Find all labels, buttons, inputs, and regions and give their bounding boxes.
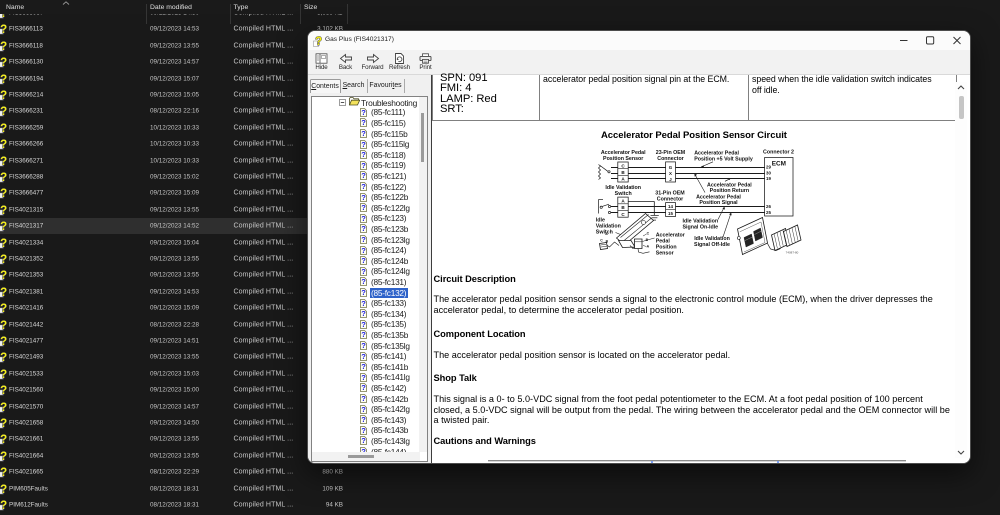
svg-text:Sensor: Sensor [655, 251, 673, 257]
svg-text:?: ? [361, 193, 366, 202]
svg-text:Connector: Connector [656, 197, 683, 203]
svg-text:Switch: Switch [614, 191, 631, 197]
svg-text:74087-80: 74087-80 [785, 251, 798, 255]
svg-text:?: ? [0, 352, 7, 363]
svg-text:?: ? [0, 484, 7, 495]
svg-text:?: ? [361, 415, 366, 424]
svg-text:30: 30 [766, 171, 771, 176]
svg-text:?: ? [0, 156, 7, 167]
svg-text:?: ? [361, 256, 366, 265]
svg-text:?: ? [361, 203, 366, 212]
svg-text:?: ? [361, 320, 366, 329]
svg-text:Connector 2: Connector 2 [763, 150, 794, 156]
svg-text:?: ? [361, 309, 366, 318]
svg-text:?: ? [0, 205, 7, 216]
svg-text:?: ? [361, 267, 366, 276]
svg-text:?: ? [361, 373, 366, 382]
svg-text:?: ? [0, 123, 7, 134]
svg-text:Position +5 Volt Supply: Position +5 Volt Supply [694, 157, 753, 163]
svg-text:C: C [646, 232, 649, 236]
svg-text:?: ? [0, 188, 7, 199]
svg-text:?: ? [361, 171, 366, 180]
svg-text:B: B [605, 240, 608, 244]
svg-text:?: ? [361, 362, 366, 371]
svg-text:?: ? [361, 394, 366, 403]
svg-text:?: ? [0, 57, 7, 68]
svg-text:?: ? [0, 172, 7, 183]
svg-text:?: ? [0, 139, 7, 150]
svg-text:?: ? [0, 41, 7, 52]
svg-text:Position Return: Position Return [709, 188, 748, 194]
svg-text:Signal On-Idle: Signal On-Idle [682, 224, 718, 230]
svg-text:?: ? [0, 467, 7, 478]
svg-text:?: ? [0, 418, 7, 429]
svg-text:?: ? [361, 299, 366, 308]
svg-text:25: 25 [766, 210, 771, 215]
svg-text:?: ? [361, 426, 366, 435]
svg-text:?: ? [361, 246, 366, 255]
svg-text:?: ? [0, 221, 7, 232]
svg-text:Position Sensor: Position Sensor [603, 156, 643, 162]
svg-text:?: ? [0, 385, 7, 396]
svg-text:?: ? [0, 74, 7, 85]
svg-text:?: ? [361, 288, 366, 297]
svg-text:?: ? [0, 270, 7, 281]
svg-text:Connector: Connector [657, 156, 684, 162]
svg-text:?: ? [0, 451, 7, 462]
svg-text:?: ? [361, 161, 366, 170]
svg-text:?: ? [361, 235, 366, 244]
svg-text:Position Signal: Position Signal [699, 200, 738, 206]
svg-text:14: 14 [668, 204, 673, 209]
svg-text:?: ? [0, 254, 7, 265]
svg-text:C: C [600, 239, 603, 243]
svg-text:Signal Off-Idle: Signal Off-Idle [694, 242, 730, 248]
svg-text:?: ? [361, 277, 366, 286]
svg-text:?: ? [0, 287, 7, 298]
svg-text:15: 15 [668, 211, 673, 216]
svg-text:ECM: ECM [771, 160, 785, 167]
svg-text:?: ? [0, 336, 7, 347]
svg-text:?: ? [361, 214, 366, 223]
svg-text:?: ? [0, 24, 7, 35]
svg-text:A: A [646, 245, 649, 249]
svg-text:?: ? [361, 224, 366, 233]
svg-text:19: 19 [766, 176, 771, 181]
svg-text:?: ? [0, 238, 7, 249]
svg-text:?: ? [361, 140, 366, 149]
svg-text:?: ? [361, 330, 366, 339]
svg-text:26: 26 [766, 204, 771, 209]
svg-text:?: ? [361, 383, 366, 392]
svg-text:29: 29 [766, 165, 771, 170]
svg-text:G: G [668, 165, 672, 170]
svg-text:?: ? [0, 320, 7, 331]
svg-text:?: ? [361, 436, 366, 445]
svg-text:?: ? [0, 90, 7, 101]
svg-text:?: ? [361, 352, 366, 361]
svg-text:?: ? [361, 150, 366, 159]
svg-text:?: ? [0, 434, 7, 445]
svg-text:?: ? [361, 182, 366, 191]
svg-text:?: ? [315, 36, 322, 47]
svg-text:?: ? [361, 108, 366, 117]
svg-text:X: X [669, 171, 672, 176]
svg-text:?: ? [0, 106, 7, 117]
svg-text:?: ? [0, 369, 7, 380]
svg-text:?: ? [0, 402, 7, 413]
svg-text:?: ? [0, 500, 7, 511]
svg-text:?: ? [361, 118, 366, 127]
svg-text:?: ? [361, 341, 366, 350]
svg-text:?: ? [361, 129, 366, 138]
svg-text:?: ? [0, 303, 7, 314]
svg-text:?: ? [361, 405, 366, 414]
